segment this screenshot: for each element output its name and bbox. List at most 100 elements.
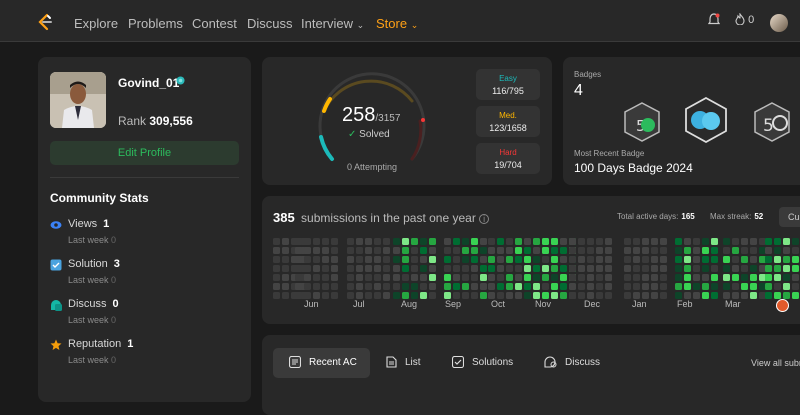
tab-list[interactable]: List bbox=[386, 348, 421, 378]
heatmap-cell[interactable] bbox=[374, 265, 381, 272]
heatmap-cell[interactable] bbox=[759, 283, 766, 290]
heatmap-cell[interactable] bbox=[497, 283, 504, 290]
heatmap-cell[interactable] bbox=[605, 274, 612, 281]
heatmap-cell[interactable] bbox=[365, 265, 372, 272]
heatmap-cell[interactable] bbox=[429, 274, 436, 281]
heatmap-cell[interactable] bbox=[651, 274, 658, 281]
heatmap-cell[interactable] bbox=[765, 265, 772, 272]
heatmap-cell[interactable] bbox=[282, 256, 289, 263]
heatmap-cell[interactable] bbox=[515, 274, 522, 281]
heatmap-cell[interactable] bbox=[660, 283, 667, 290]
heatmap-cell[interactable] bbox=[569, 292, 576, 299]
heatmap-cell[interactable] bbox=[642, 247, 649, 254]
heatmap-cell[interactable] bbox=[295, 283, 302, 290]
heatmap-cell[interactable] bbox=[542, 238, 549, 245]
heatmap-cell[interactable] bbox=[524, 265, 531, 272]
heatmap-cell[interactable] bbox=[596, 238, 603, 245]
heatmap-cell[interactable] bbox=[560, 265, 567, 272]
user-avatar[interactable] bbox=[770, 14, 788, 32]
heatmap-cell[interactable] bbox=[393, 247, 400, 254]
heatmap-cell[interactable] bbox=[393, 283, 400, 290]
heatmap-cell[interactable] bbox=[462, 292, 469, 299]
heatmap-cell[interactable] bbox=[578, 238, 585, 245]
heatmap-cell[interactable] bbox=[402, 256, 409, 263]
heatmap-cell[interactable] bbox=[506, 256, 513, 263]
heatmap-cell[interactable] bbox=[304, 247, 311, 254]
heatmap-cell[interactable] bbox=[365, 283, 372, 290]
heatmap-cell[interactable] bbox=[660, 256, 667, 263]
heatmap-cell[interactable] bbox=[569, 256, 576, 263]
heatmap-cell[interactable] bbox=[624, 247, 631, 254]
heatmap-cell[interactable] bbox=[313, 283, 320, 290]
heatmap-cell[interactable] bbox=[792, 238, 799, 245]
heatmap-cell[interactable] bbox=[660, 247, 667, 254]
heatmap-cell[interactable] bbox=[295, 256, 302, 263]
heatmap-cell[interactable] bbox=[383, 238, 390, 245]
nav-store[interactable]: Store ⌄ bbox=[376, 16, 418, 31]
heatmap-cell[interactable] bbox=[759, 292, 766, 299]
heatmap-cell[interactable] bbox=[471, 265, 478, 272]
heatmap-cell[interactable] bbox=[542, 265, 549, 272]
heatmap-cell[interactable] bbox=[515, 292, 522, 299]
heatmap-cell[interactable] bbox=[551, 283, 558, 290]
heatmap-cell[interactable] bbox=[462, 265, 469, 272]
heatmap-cell[interactable] bbox=[723, 292, 730, 299]
heatmap-cell[interactable] bbox=[480, 238, 487, 245]
heatmap-cell[interactable] bbox=[624, 274, 631, 281]
heatmap-cell[interactable] bbox=[765, 247, 772, 254]
heatmap-cell[interactable] bbox=[783, 256, 790, 263]
heatmap-cell[interactable] bbox=[383, 265, 390, 272]
heatmap-cell[interactable] bbox=[488, 283, 495, 290]
heatmap-cell[interactable] bbox=[759, 265, 766, 272]
heatmap-cell[interactable] bbox=[702, 274, 709, 281]
heatmap-cell[interactable] bbox=[282, 274, 289, 281]
difficulty-hard[interactable]: Hard 19/704 bbox=[476, 143, 540, 174]
heatmap-cell[interactable] bbox=[524, 256, 531, 263]
heatmap-cell[interactable] bbox=[374, 256, 381, 263]
heatmap-cell[interactable] bbox=[783, 247, 790, 254]
heatmap-cell[interactable] bbox=[560, 256, 567, 263]
heatmap-cell[interactable] bbox=[624, 283, 631, 290]
nav-interview[interactable]: Interview ⌄ bbox=[301, 16, 364, 31]
heatmap-cell[interactable] bbox=[759, 256, 766, 263]
heatmap-cell[interactable] bbox=[684, 256, 691, 263]
heatmap-cell[interactable] bbox=[560, 283, 567, 290]
heatmap-cell[interactable] bbox=[587, 274, 594, 281]
heatmap-cell[interactable] bbox=[488, 256, 495, 263]
heatmap-cell[interactable] bbox=[569, 247, 576, 254]
heatmap-cell[interactable] bbox=[569, 238, 576, 245]
heatmap-cell[interactable] bbox=[273, 265, 280, 272]
heatmap-cell[interactable] bbox=[693, 292, 700, 299]
heatmap-cell[interactable] bbox=[313, 247, 320, 254]
heatmap-cell[interactable] bbox=[506, 274, 513, 281]
heatmap-cell[interactable] bbox=[711, 238, 718, 245]
heatmap-cell[interactable] bbox=[488, 292, 495, 299]
badge-50-days-2024-icon[interactable]: 5 bbox=[753, 102, 791, 142]
heatmap-cell[interactable] bbox=[741, 283, 748, 290]
heatmap-cell[interactable] bbox=[383, 274, 390, 281]
heatmap-cell[interactable] bbox=[633, 274, 640, 281]
heatmap-cell[interactable] bbox=[723, 247, 730, 254]
heatmap-cell[interactable] bbox=[402, 238, 409, 245]
heatmap-cell[interactable] bbox=[282, 238, 289, 245]
heatmap-cell[interactable] bbox=[542, 247, 549, 254]
heatmap-cell[interactable] bbox=[660, 238, 667, 245]
heatmap-cell[interactable] bbox=[383, 283, 390, 290]
heatmap-cell[interactable] bbox=[711, 283, 718, 290]
heatmap-cell[interactable] bbox=[605, 292, 612, 299]
heatmap-cell[interactable] bbox=[480, 247, 487, 254]
heatmap-cell[interactable] bbox=[393, 265, 400, 272]
heatmap-cell[interactable] bbox=[732, 247, 739, 254]
heatmap-cell[interactable] bbox=[506, 292, 513, 299]
heatmap-cell[interactable] bbox=[675, 283, 682, 290]
heatmap-cell[interactable] bbox=[393, 238, 400, 245]
heatmap-cell[interactable] bbox=[471, 274, 478, 281]
heatmap-cell[interactable] bbox=[304, 283, 311, 290]
heatmap-cell[interactable] bbox=[497, 292, 504, 299]
heatmap-cell[interactable] bbox=[651, 256, 658, 263]
heatmap-cell[interactable] bbox=[660, 265, 667, 272]
heatmap-cell[interactable] bbox=[774, 292, 781, 299]
heatmap-cell[interactable] bbox=[792, 292, 799, 299]
edit-profile-button[interactable]: Edit Profile bbox=[50, 141, 239, 165]
heatmap-cell[interactable] bbox=[444, 256, 451, 263]
